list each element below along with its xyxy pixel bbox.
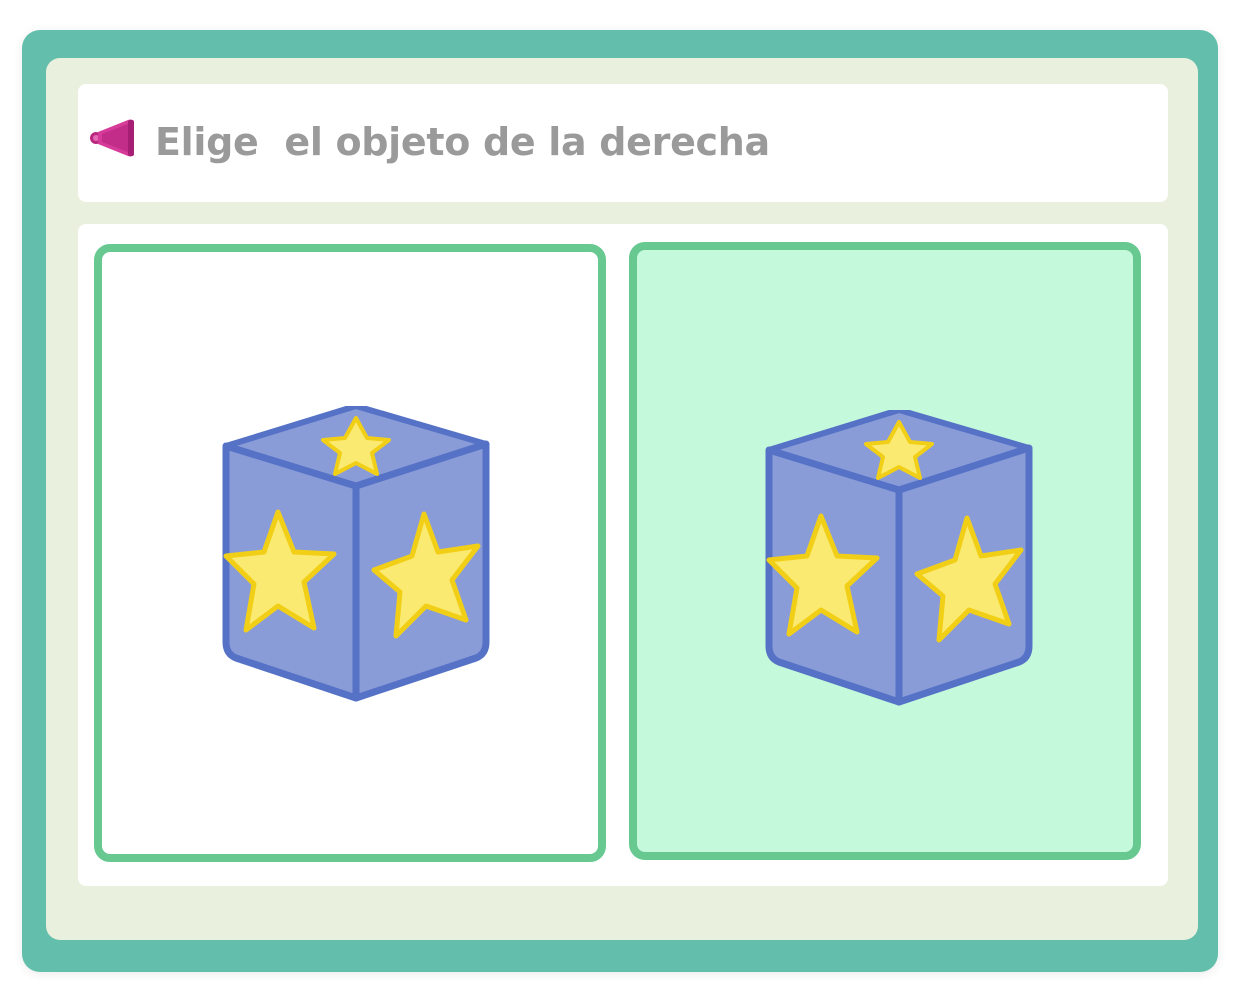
option-card-left[interactable]: [94, 244, 606, 862]
prompt-text: Elige el objeto de la derecha: [155, 120, 770, 164]
star-cube-icon: [765, 410, 1033, 706]
option-card-right[interactable]: [629, 242, 1141, 860]
speaker-icon[interactable]: [88, 114, 140, 166]
star-cube-icon: [222, 406, 490, 702]
